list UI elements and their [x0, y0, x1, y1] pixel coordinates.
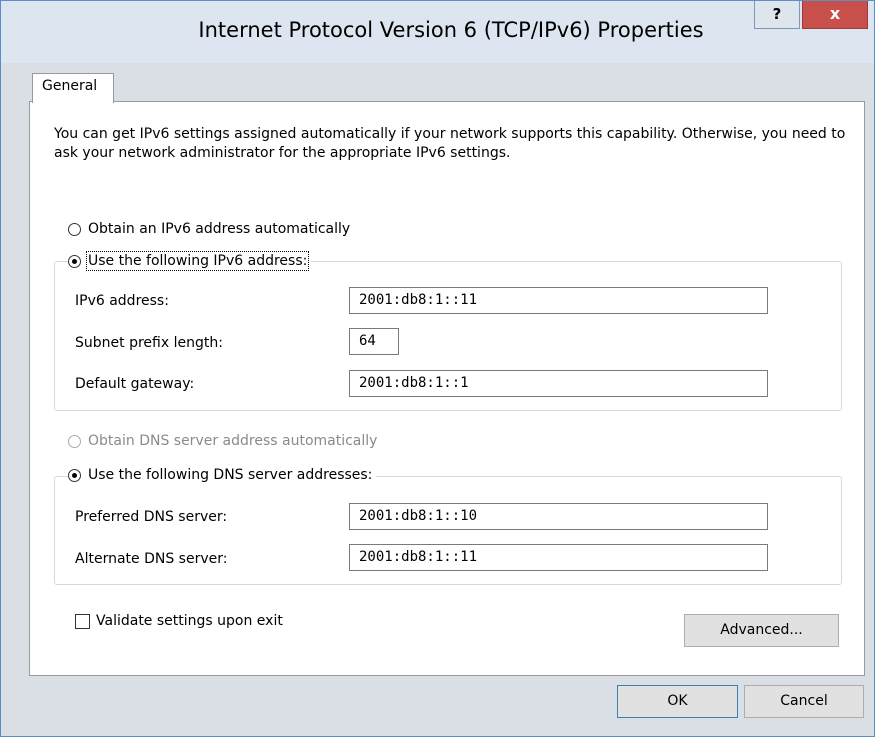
- radio-indicator: [68, 434, 81, 448]
- cancel-button[interactable]: Cancel: [744, 685, 864, 718]
- advanced-button[interactable]: Advanced...: [684, 614, 839, 647]
- use-following-ipv6-radio[interactable]: Use the following IPv6 address:: [68, 251, 312, 271]
- radio-indicator: [68, 254, 81, 268]
- checkbox-indicator: [75, 613, 90, 629]
- radio-label: Obtain DNS server address automatically: [88, 433, 378, 449]
- window-title: Internet Protocol Version 6 (TCP/IPv6) P…: [198, 18, 704, 42]
- use-following-dns-radio[interactable]: Use the following DNS server addresses:: [68, 467, 377, 483]
- alternate-dns-field[interactable]: 2001:db8:1::11: [349, 544, 768, 571]
- radio-label: Use the following DNS server addresses:: [88, 467, 373, 483]
- radio-label: Use the following IPv6 address:: [85, 251, 310, 271]
- ok-button[interactable]: OK: [617, 685, 738, 718]
- ipv6-address-label: IPv6 address:: [75, 293, 169, 309]
- radio-indicator: [68, 468, 81, 482]
- subnet-prefix-field[interactable]: 64: [349, 328, 399, 355]
- default-gateway-field[interactable]: 2001:db8:1::1: [349, 370, 768, 397]
- checkbox-label: Validate settings upon exit: [96, 613, 283, 629]
- title-bar[interactable]: Internet Protocol Version 6 (TCP/IPv6) P…: [1, 1, 874, 63]
- obtain-ipv6-auto-radio[interactable]: Obtain an IPv6 address automatically: [68, 221, 350, 237]
- alternate-dns-label: Alternate DNS server:: [75, 551, 228, 567]
- radio-indicator: [68, 222, 81, 236]
- help-button[interactable]: ?: [754, 1, 800, 29]
- ipv6-properties-dialog: Internet Protocol Version 6 (TCP/IPv6) P…: [0, 0, 875, 737]
- description-text: You can get IPv6 settings assigned autom…: [54, 126, 846, 161]
- ipv6-address-field[interactable]: 2001:db8:1::11: [349, 287, 768, 314]
- radio-label: Obtain an IPv6 address automatically: [88, 221, 351, 237]
- default-gateway-label: Default gateway:: [75, 376, 195, 392]
- validate-settings-checkbox[interactable]: Validate settings upon exit: [75, 613, 283, 629]
- preferred-dns-field[interactable]: 2001:db8:1::10: [349, 503, 768, 530]
- preferred-dns-label: Preferred DNS server:: [75, 509, 228, 525]
- obtain-dns-auto-radio[interactable]: Obtain DNS server address automatically: [68, 433, 377, 449]
- close-button[interactable]: x: [802, 1, 868, 29]
- subnet-prefix-label: Subnet prefix length:: [75, 335, 223, 351]
- tab-general[interactable]: General: [32, 73, 114, 103]
